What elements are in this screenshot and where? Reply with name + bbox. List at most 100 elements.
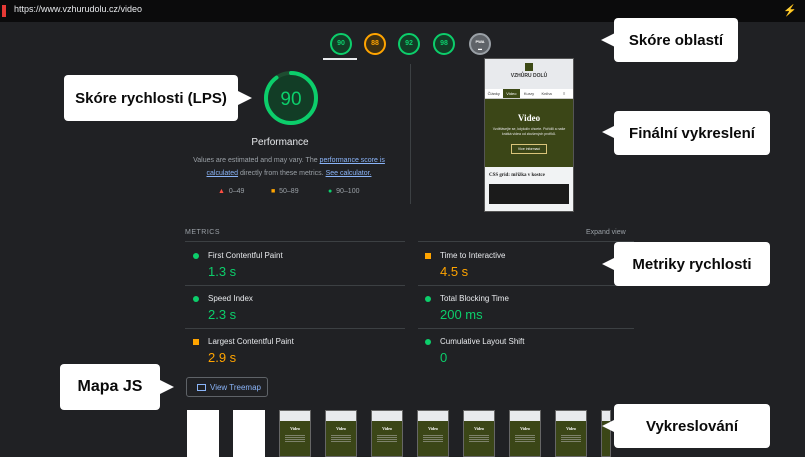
screenshot-hero-desc: Vzdělávejte se, kdykoliv chcete. Pořídil… bbox=[492, 127, 566, 136]
square-icon: ■ bbox=[271, 188, 276, 195]
desc-text: Values are estimated and may vary. The bbox=[193, 157, 320, 164]
callout-areas: Skóre oblastí bbox=[614, 18, 738, 62]
logo-icon bbox=[525, 63, 533, 71]
screenshot-tab: Kurzy bbox=[523, 91, 535, 96]
desc-text: directly from these metrics. bbox=[238, 170, 326, 177]
circle-icon: ● bbox=[328, 188, 333, 195]
frame-title: Video bbox=[428, 426, 438, 431]
divider bbox=[185, 241, 405, 242]
divider bbox=[418, 241, 634, 242]
callout-text: Finální vykreslení bbox=[629, 124, 755, 142]
metric-name: First Contentful Paint bbox=[208, 251, 283, 260]
status-pass-icon bbox=[425, 339, 431, 345]
extension-icon[interactable]: ⚡ bbox=[783, 4, 797, 17]
metric-name: Speed Index bbox=[208, 294, 253, 303]
metrics-heading: METRICS bbox=[185, 229, 220, 236]
filmstrip-frame: Video bbox=[463, 410, 495, 457]
legend-average: ■ 50–89 bbox=[271, 188, 299, 195]
see-calculator-link[interactable]: See calculator. bbox=[326, 170, 372, 177]
filmstrip-frame: Video bbox=[371, 410, 403, 457]
screenshot-section-title: CSS grid: mřížka v kostce bbox=[489, 173, 545, 178]
legend-label: 50–89 bbox=[279, 188, 299, 195]
filmstrip-frame: Video bbox=[509, 410, 541, 457]
callout-final: Finální vykreslení bbox=[614, 111, 770, 155]
filmstrip-frame: Video bbox=[279, 410, 311, 457]
frame-title: Video bbox=[290, 426, 300, 431]
callout-arrow bbox=[160, 380, 174, 394]
filmstrip-frame: Video bbox=[325, 410, 357, 457]
callout-lps: Skóre rychlosti (LPS) bbox=[64, 75, 238, 121]
callout-text: Mapa JS bbox=[77, 378, 143, 395]
view-treemap-button[interactable]: View Treemap bbox=[186, 377, 268, 397]
performance-score: 90 bbox=[280, 89, 301, 110]
frame-title: Video bbox=[336, 426, 346, 431]
legend-fail: ▲ 0–49 bbox=[218, 188, 244, 195]
callout-js: Mapa JS bbox=[60, 364, 160, 410]
metric-value: 1.3 s bbox=[208, 264, 237, 279]
view-treemap-label: View Treemap bbox=[210, 382, 261, 392]
treemap-icon bbox=[197, 383, 206, 391]
screenshot-tab: ≡ bbox=[563, 91, 566, 96]
status-average-icon bbox=[425, 253, 431, 259]
category-gauge-performance[interactable]: 90 bbox=[330, 33, 352, 55]
category-gauge-accessibility[interactable]: 88 bbox=[364, 33, 386, 55]
category-score: PWA bbox=[475, 39, 485, 44]
callout-metrics: Metriky rychlosti bbox=[614, 242, 770, 286]
callout-render: Vykreslování bbox=[614, 404, 770, 448]
legend-label: 90–100 bbox=[336, 188, 360, 195]
screenshot-dark-block bbox=[489, 184, 569, 204]
metric-name: Total Blocking Time bbox=[440, 294, 509, 303]
performance-title: Performance bbox=[251, 137, 309, 148]
triangle-icon: ▲ bbox=[218, 188, 225, 195]
performance-description: Values are estimated and may vary. The p… bbox=[184, 154, 394, 180]
category-score: 88 bbox=[371, 40, 379, 47]
filmstrip-frame: Video bbox=[555, 410, 587, 457]
screenshot-header: VZHŮRU DOLŮ bbox=[485, 59, 573, 89]
screenshot-tabs: Články Video Kurzy Kniha ≡ bbox=[485, 89, 573, 99]
metric-name: Cumulative Layout Shift bbox=[440, 337, 525, 346]
frame-title: Video bbox=[566, 426, 576, 431]
filmstrip-frame bbox=[187, 410, 219, 457]
status-pass-icon bbox=[193, 253, 199, 259]
frame-title: Video bbox=[382, 426, 392, 431]
active-category-underline bbox=[323, 58, 357, 60]
divider bbox=[418, 328, 634, 329]
screenshot-hero-title: Video bbox=[517, 113, 541, 123]
category-score: 92 bbox=[405, 40, 413, 47]
callout-text: Vykreslování bbox=[646, 417, 738, 435]
callout-arrow bbox=[601, 33, 615, 47]
callout-text: Metriky rychlosti bbox=[632, 255, 752, 273]
divider bbox=[185, 285, 405, 286]
expand-view-toggle[interactable]: Expand view bbox=[586, 229, 626, 236]
category-gauge-pwa[interactable]: PWA ▬ bbox=[469, 33, 491, 55]
category-gauge-seo[interactable]: 98 bbox=[433, 33, 455, 55]
metric-value: 2.9 s bbox=[208, 350, 237, 365]
legend-pass: ● 90–100 bbox=[328, 188, 359, 195]
legend-label: 0–49 bbox=[228, 188, 245, 195]
metric-name: Largest Contentful Paint bbox=[208, 337, 294, 346]
status-average-icon bbox=[193, 339, 199, 345]
screenshot-tab: Články bbox=[487, 91, 500, 96]
filmstrip-frame bbox=[233, 410, 265, 457]
final-screenshot[interactable]: VZHŮRU DOLŮ Články Video Kurzy Kniha ≡ V… bbox=[484, 58, 574, 212]
performance-gauge: 90 bbox=[264, 71, 318, 125]
category-gauge-best-practices[interactable]: 92 bbox=[398, 33, 420, 55]
frame-title: Video bbox=[520, 426, 530, 431]
metric-value: 0 bbox=[440, 350, 448, 365]
status-pass-icon bbox=[425, 296, 431, 302]
category-score: 90 bbox=[337, 40, 345, 47]
divider bbox=[410, 64, 411, 204]
screenshot-hero-button: Více informací bbox=[510, 144, 548, 154]
frame-title: Video bbox=[474, 426, 484, 431]
metric-value: 2.3 s bbox=[208, 307, 237, 322]
screenshot-tab: Video bbox=[502, 89, 521, 98]
screenshot-logo-text: VZHŮRU DOLŮ bbox=[510, 73, 548, 79]
status-pass-icon bbox=[193, 296, 199, 302]
filmstrip-frame: Video bbox=[417, 410, 449, 457]
category-score: 98 bbox=[440, 40, 448, 47]
divider bbox=[418, 285, 634, 286]
screenshot-hero: Video Vzdělávejte se, kdykoliv chcete. P… bbox=[485, 99, 573, 167]
divider bbox=[185, 328, 405, 329]
url-text[interactable]: https://www.vzhurudolu.cz/video bbox=[14, 4, 142, 14]
callout-text: Skóre oblastí bbox=[628, 31, 724, 49]
